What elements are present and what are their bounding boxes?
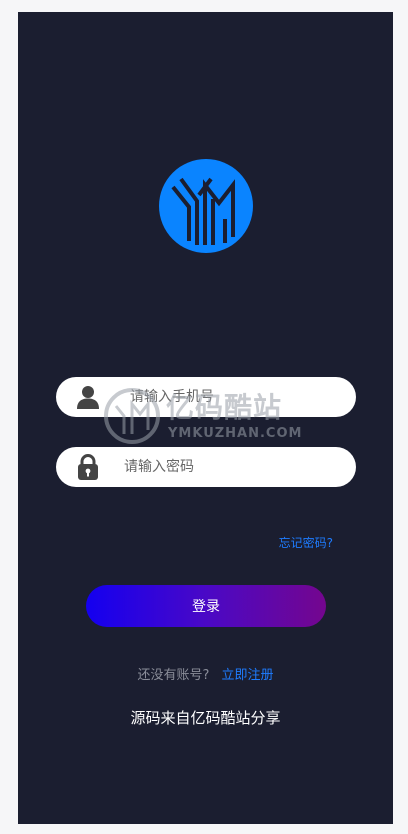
- phone-field: [56, 377, 356, 417]
- login-screen: 亿码酷站 YMKUZHAN.COM 忘记密码? 登录 还没有账号? 立即注册 源…: [18, 12, 393, 824]
- password-input[interactable]: [124, 447, 334, 487]
- password-field: [56, 447, 356, 487]
- user-icon: [74, 383, 102, 411]
- footer-note: 源码来自亿码酷站分享: [130, 709, 281, 727]
- login-button[interactable]: 登录: [86, 585, 326, 627]
- watermark-sub-text: YMKUZHAN.COM: [168, 426, 303, 441]
- ym-logo-icon: [159, 159, 253, 253]
- forgot-password-link[interactable]: 忘记密码?: [279, 534, 333, 551]
- lock-icon: [74, 453, 102, 481]
- register-question: 还没有账号?: [137, 668, 210, 683]
- phone-input[interactable]: [130, 377, 340, 417]
- register-row: 还没有账号? 立即注册: [18, 664, 393, 683]
- register-link[interactable]: 立即注册: [222, 668, 274, 683]
